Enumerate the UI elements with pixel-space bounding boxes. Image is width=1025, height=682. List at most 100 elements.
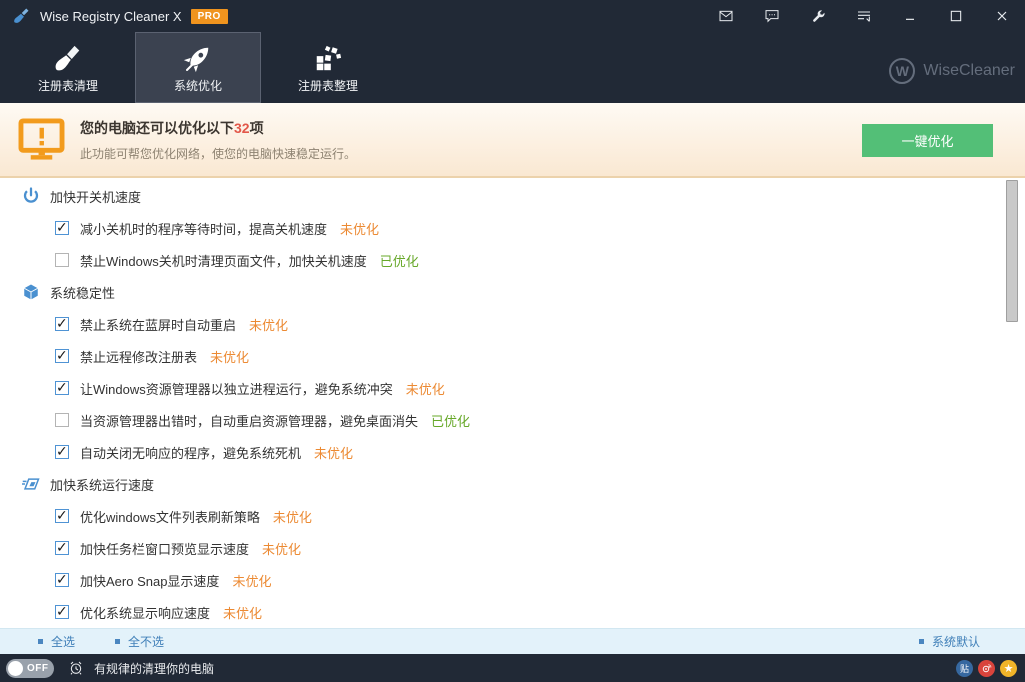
system-default-link[interactable]: 系统默认: [919, 633, 980, 650]
item-label: 加快Aero Snap显示速度: [80, 571, 219, 590]
blocks-icon: [313, 41, 343, 75]
status-badge: 未优化: [340, 219, 379, 238]
selection-links: 全选 全不选: [38, 633, 164, 650]
statusbar: OFF 有规律的清理你的电脑 贴 ★: [0, 654, 1025, 682]
tweak-row: 自动关闭无响应的程序，避免系统死机 未优化: [0, 436, 1025, 468]
scrollbar-thumb[interactable]: [1006, 180, 1018, 322]
window-title: Wise Registry Cleaner X: [40, 9, 182, 24]
item-label: 让Windows资源管理器以独立进程运行，避免系统冲突: [80, 379, 393, 398]
item-label: 加快任务栏窗口预览显示速度: [80, 539, 249, 558]
item-checkbox[interactable]: [55, 349, 69, 363]
tab-label: 系统优化: [174, 77, 222, 94]
banner-title-suffix: 项: [250, 120, 264, 136]
favorite-star-icon[interactable]: ★: [1000, 660, 1017, 677]
speed-icon: [22, 475, 40, 493]
tasklist-icon[interactable]: [841, 0, 887, 32]
select-none-link[interactable]: 全不选: [115, 633, 164, 650]
power-icon: [22, 187, 40, 205]
tab-label: 注册表清理: [38, 77, 98, 94]
schedule-text: 有规律的清理你的电脑: [94, 660, 214, 677]
banner-text: 您的电脑还可以优化以下32项 此功能可帮您优化网络，使您的电脑快速稳定运行。: [80, 118, 356, 162]
app-logo-icon: [12, 7, 30, 25]
item-label: 禁止远程修改注册表: [80, 347, 197, 366]
section-boot-speed: 加快开关机速度: [0, 180, 1025, 212]
item-checkbox[interactable]: [55, 445, 69, 459]
status-badge: 未优化: [223, 603, 262, 622]
tweak-row: 减小关机时的程序等待时间，提高关机速度 未优化: [0, 212, 1025, 244]
tweak-row: 禁止远程修改注册表 未优化: [0, 340, 1025, 372]
tweak-row: 优化windows文件列表刷新策略 未优化: [0, 500, 1025, 532]
section-title: 加快开关机速度: [50, 187, 141, 206]
close-icon[interactable]: [979, 0, 1025, 32]
tweak-row: 禁止系统在蓝屏时自动重启 未优化: [0, 308, 1025, 340]
bullet-icon: [919, 639, 924, 644]
titlebar-buttons: [703, 0, 1025, 32]
tweak-row: 加快任务栏窗口预览显示速度 未优化: [0, 532, 1025, 564]
status-badge: 未优化: [273, 507, 312, 526]
select-all-label: 全选: [51, 633, 75, 650]
select-none-label: 全不选: [128, 633, 164, 650]
section-title: 加快系统运行速度: [50, 475, 154, 494]
feedback-icon[interactable]: [749, 0, 795, 32]
tools-icon[interactable]: [795, 0, 841, 32]
tweaks-list: 加快开关机速度 减小关机时的程序等待时间，提高关机速度 未优化 禁止Window…: [0, 178, 1025, 628]
item-checkbox[interactable]: [55, 541, 69, 555]
section-system-stability: 系统稳定性: [0, 276, 1025, 308]
tab-system-tuneup[interactable]: 系统优化: [135, 32, 261, 103]
tweak-row: 让Windows资源管理器以独立进程运行，避免系统冲突 未优化: [0, 372, 1025, 404]
item-label: 禁止Windows关机时清理页面文件，加快关机速度: [80, 251, 367, 270]
item-label: 优化系统显示响应速度: [80, 603, 210, 622]
section-system-speed: 加快系统运行速度: [0, 468, 1025, 500]
monitor-alert-icon: [18, 118, 65, 162]
brush-icon: [53, 41, 83, 75]
wisecleaner-brand: W WiseCleaner: [889, 58, 1015, 84]
weibo-share-icon[interactable]: [978, 660, 995, 677]
item-label: 减小关机时的程序等待时间，提高关机速度: [80, 219, 327, 238]
item-checkbox[interactable]: [55, 573, 69, 587]
item-checkbox[interactable]: [55, 605, 69, 619]
item-checkbox[interactable]: [55, 253, 69, 267]
status-badge: 未优化: [262, 539, 301, 558]
banner-title: 您的电脑还可以优化以下32项: [80, 118, 356, 138]
banner-title-prefix: 您的电脑还可以优化以下: [80, 120, 234, 136]
status-badge: 已优化: [431, 411, 470, 430]
alarm-clock-icon: [68, 660, 84, 676]
tab-registry-clean[interactable]: 注册表清理: [5, 32, 131, 103]
item-checkbox[interactable]: [55, 413, 69, 427]
bullet-icon: [38, 639, 43, 644]
status-badge: 未优化: [314, 443, 353, 462]
item-checkbox[interactable]: [55, 221, 69, 235]
minimize-icon[interactable]: [887, 0, 933, 32]
tweak-row: 当资源管理器出错时，自动重启资源管理器，避免桌面消失 已优化: [0, 404, 1025, 436]
selection-footer: 全选 全不选 系统默认: [0, 628, 1025, 654]
schedule-toggle[interactable]: OFF: [6, 659, 54, 678]
maximize-icon[interactable]: [933, 0, 979, 32]
banner-count: 32: [234, 120, 250, 136]
main-tabs: 注册表清理 系统优化: [0, 32, 1025, 103]
status-badge: 未优化: [249, 315, 288, 334]
vertical-scrollbar[interactable]: [1006, 178, 1018, 628]
item-checkbox[interactable]: [55, 317, 69, 331]
pro-badge: PRO: [191, 9, 228, 24]
wisecleaner-logo-icon: W: [889, 58, 915, 84]
rocket-icon: [182, 41, 214, 75]
tweak-row: 优化系统显示响应速度 未优化: [0, 596, 1025, 628]
optimize-banner: 您的电脑还可以优化以下32项 此功能可帮您优化网络，使您的电脑快速稳定运行。 一…: [0, 103, 1025, 178]
titlebar: Wise Registry Cleaner X PRO: [0, 0, 1025, 32]
tieba-share-icon[interactable]: 贴: [956, 660, 973, 677]
toggle-knob-icon: [8, 661, 23, 676]
item-label: 优化windows文件列表刷新策略: [80, 507, 260, 526]
social-icons: 贴 ★: [956, 660, 1017, 677]
item-checkbox[interactable]: [55, 381, 69, 395]
banner-subtitle: 此功能可帮您优化网络，使您的电脑快速稳定运行。: [80, 145, 356, 162]
item-checkbox[interactable]: [55, 509, 69, 523]
item-label: 当资源管理器出错时，自动重启资源管理器，避免桌面消失: [80, 411, 418, 430]
tweak-row: 禁止Windows关机时清理页面文件，加快关机速度 已优化: [0, 244, 1025, 276]
item-label: 禁止系统在蓝屏时自动重启: [80, 315, 236, 334]
tab-registry-defrag[interactable]: 注册表整理: [265, 32, 391, 103]
select-all-link[interactable]: 全选: [38, 633, 75, 650]
mail-icon[interactable]: [703, 0, 749, 32]
one-click-optimize-button[interactable]: 一键优化: [862, 124, 993, 157]
status-badge: 未优化: [406, 379, 445, 398]
status-badge: 未优化: [232, 571, 271, 590]
